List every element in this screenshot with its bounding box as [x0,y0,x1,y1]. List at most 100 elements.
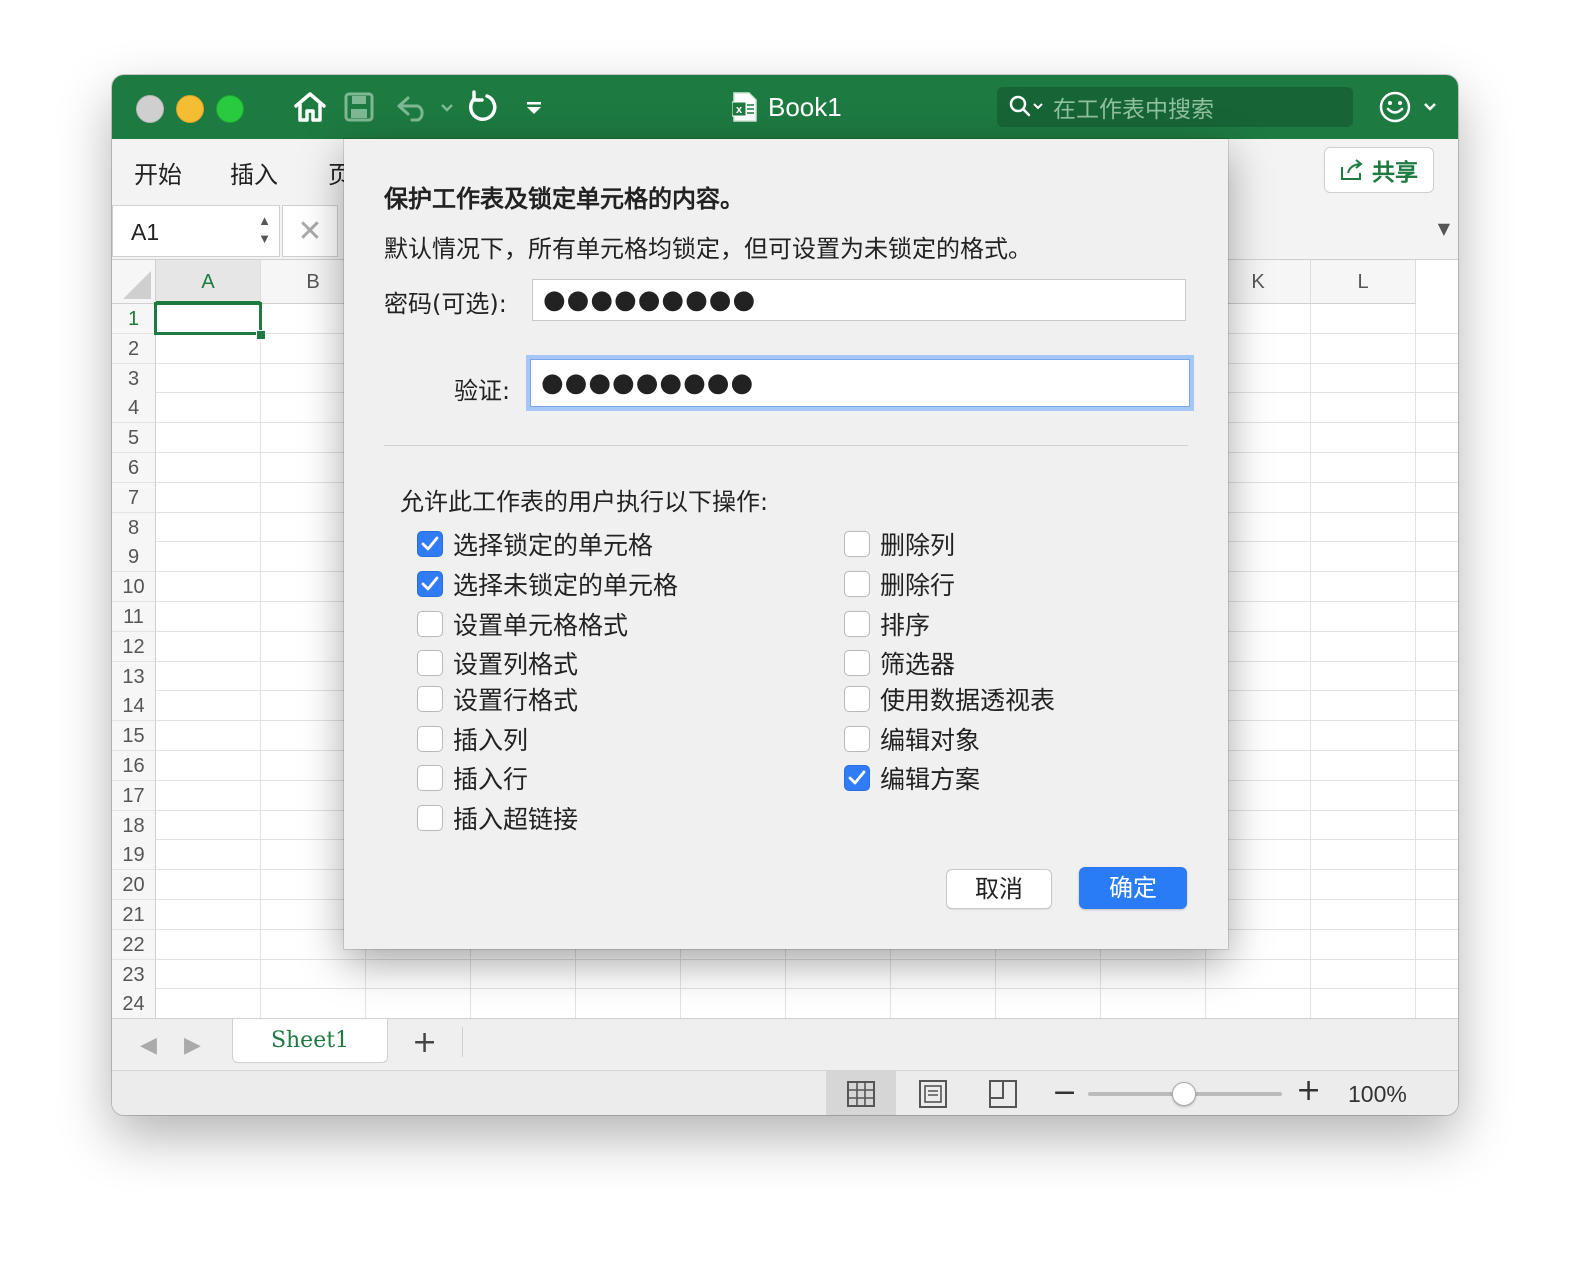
redo-icon[interactable] [464,89,500,125]
password-field[interactable]: ●●●●●●●●● [532,279,1186,321]
minimize-window-button[interactable] [176,95,204,123]
permission-option[interactable]: 使用数据透视表 [844,681,1055,717]
permission-option[interactable]: 设置行格式 [417,681,578,717]
permission-option-label: 编辑对象 [880,726,981,755]
row-header[interactable]: 8 [112,512,156,543]
grid-row-line [156,988,1458,990]
permission-option[interactable]: 删除行 [844,566,955,602]
row-header[interactable]: 2 [112,333,156,364]
permission-option-label: 排序 [880,611,931,640]
row-header[interactable]: 19 [112,840,156,871]
close-window-button[interactable] [136,95,164,123]
row-header[interactable]: 1 [112,304,156,334]
svg-text:x: x [736,104,743,116]
permission-option[interactable]: 插入超链接 [417,800,578,836]
checkbox-unchecked[interactable] [417,765,443,791]
cancel-button[interactable]: 取消 [946,869,1052,909]
checkbox-checked[interactable] [417,531,443,557]
column-header[interactable]: L [1311,260,1416,304]
row-header[interactable]: 3 [112,363,156,394]
zoom-out-icon[interactable]: − [1052,1075,1077,1110]
search-icon [1009,95,1043,117]
row-header[interactable]: 21 [112,900,156,930]
checkbox-checked[interactable] [417,571,443,597]
row-header[interactable]: 20 [112,870,156,901]
active-cell-selection[interactable] [154,302,262,335]
fill-handle[interactable] [256,330,266,340]
smiley-icon[interactable] [1376,89,1440,125]
permission-option[interactable]: 插入行 [417,760,528,796]
row-header[interactable]: 17 [112,780,156,811]
checkbox-checked[interactable] [844,765,870,791]
checkbox-unchecked[interactable] [844,650,870,676]
permission-option[interactable]: 设置单元格格式 [417,606,628,642]
undo-icon[interactable] [392,89,456,125]
formula-cancel-icon[interactable]: ✕ [282,205,338,257]
next-sheet-icon[interactable]: ▶ [184,1033,201,1058]
row-header[interactable]: 24 [112,989,156,1018]
permission-option[interactable]: 排序 [844,606,930,642]
permission-option[interactable]: 筛选器 [844,645,955,681]
document-title: x Book1 [732,89,842,125]
zoom-window-button[interactable] [216,95,244,123]
permission-option[interactable]: 选择未锁定的单元格 [417,566,678,602]
row-header[interactable]: 5 [112,423,156,454]
ok-button[interactable]: 确定 [1079,867,1187,909]
tab-home[interactable]: 开始 [134,155,182,190]
name-box-stepper-icon[interactable]: ▲ ▼ [258,212,271,248]
normal-view-icon[interactable] [826,1071,896,1115]
row-header[interactable]: 22 [112,929,156,960]
row-header[interactable]: 23 [112,959,156,990]
row-header[interactable]: 7 [112,482,156,513]
verify-password-field[interactable]: ●●●●●●●●● [530,359,1190,407]
tab-insert[interactable]: 插入 [230,155,278,190]
checkbox-unchecked[interactable] [844,531,870,557]
permission-option[interactable]: 删除列 [844,526,955,562]
checkbox-unchecked[interactable] [844,611,870,637]
row-header[interactable]: 14 [112,691,156,722]
zoom-slider-thumb[interactable] [1172,1082,1196,1106]
page-layout-view-icon[interactable] [898,1071,968,1115]
row-header[interactable]: 6 [112,453,156,483]
row-header[interactable]: 10 [112,572,156,603]
row-header[interactable]: 13 [112,661,156,692]
checkbox-unchecked[interactable] [844,686,870,712]
permission-option[interactable]: 插入列 [417,721,528,757]
permission-option[interactable]: 选择锁定的单元格 [417,526,653,562]
checkbox-unchecked[interactable] [844,571,870,597]
column-header[interactable]: A [156,260,261,304]
formula-expand-icon[interactable]: ▼ [1438,219,1450,238]
checkbox-unchecked[interactable] [417,805,443,831]
row-header[interactable]: 16 [112,751,156,781]
zoom-in-icon[interactable]: + [1296,1073,1321,1108]
permission-option[interactable]: 编辑对象 [844,721,980,757]
share-button[interactable]: 共享 [1324,147,1434,193]
checkbox-unchecked[interactable] [417,650,443,676]
home-icon[interactable] [292,89,328,125]
checkbox-unchecked[interactable] [417,686,443,712]
permission-option-label: 删除列 [880,531,956,560]
row-header[interactable]: 18 [112,810,156,841]
sheet-tab[interactable]: Sheet1 [232,1019,388,1063]
checkbox-unchecked[interactable] [844,726,870,752]
row-header[interactable]: 9 [112,542,156,573]
page-break-view-icon[interactable] [968,1071,1038,1115]
permission-option[interactable]: 设置列格式 [417,645,578,681]
share-label: 共享 [1372,160,1418,186]
checkbox-unchecked[interactable] [417,726,443,752]
row-header[interactable]: 4 [112,393,156,424]
select-all-corner[interactable] [112,260,156,304]
permission-option[interactable]: 编辑方案 [844,760,980,796]
permission-option-label: 删除行 [880,571,956,600]
save-icon[interactable] [342,89,376,125]
row-header[interactable]: 12 [112,631,156,662]
customize-toolbar-icon[interactable] [522,89,546,125]
search-box[interactable]: 在工作表中搜索 [997,87,1353,127]
permission-option-label: 插入超链接 [453,805,579,834]
add-sheet-icon[interactable]: + [412,1025,437,1060]
row-header[interactable]: 15 [112,721,156,752]
row-header[interactable]: 11 [112,602,156,632]
prev-sheet-icon[interactable]: ◀ [140,1033,157,1058]
name-box[interactable]: A1 ▲ ▼ [112,205,280,257]
checkbox-unchecked[interactable] [417,611,443,637]
